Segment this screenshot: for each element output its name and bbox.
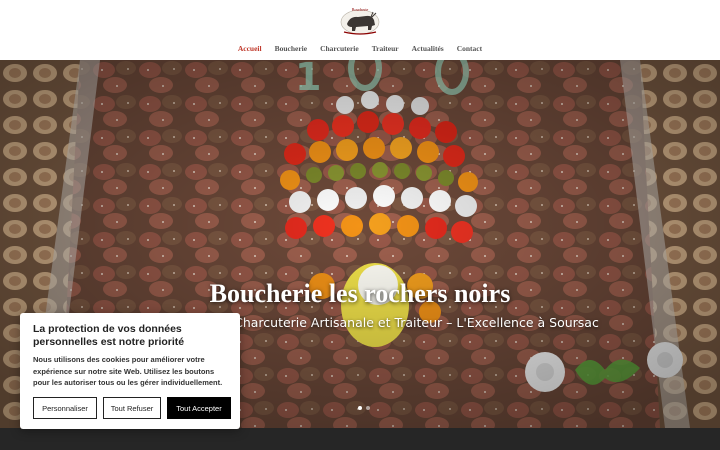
- refuse-all-button[interactable]: Tout Refuser: [103, 397, 161, 419]
- slider-dot[interactable]: [366, 406, 370, 410]
- hero-title: Boucherie les rochers noirs: [209, 279, 511, 308]
- site-header: Boucherie Accueil Boucherie Charcuterie …: [0, 0, 720, 60]
- nav-accueil[interactable]: Accueil: [238, 43, 262, 55]
- cookie-consent-dialog: La protection de vos données personnelle…: [20, 313, 240, 429]
- nav-contact[interactable]: Contact: [457, 43, 482, 55]
- nav-traiteur[interactable]: Traiteur: [372, 43, 399, 55]
- nav-boucherie[interactable]: Boucherie: [275, 43, 308, 55]
- slider-dots: [358, 406, 370, 410]
- accept-all-button[interactable]: Tout Accepter: [167, 397, 231, 419]
- bull-logo-icon[interactable]: Boucherie: [338, 2, 382, 38]
- cookie-body: Nous utilisons des cookies pour améliore…: [33, 355, 223, 387]
- nav-charcuterie[interactable]: Charcuterie: [320, 43, 359, 55]
- customize-button[interactable]: Personnaliser: [33, 397, 97, 419]
- cookie-buttons: Personnaliser Tout Refuser Tout Accepter: [33, 397, 231, 419]
- svg-text:Boucherie: Boucherie: [352, 7, 369, 12]
- slider-dot-active[interactable]: [358, 406, 362, 410]
- nav-actualites[interactable]: Actualités: [412, 43, 444, 55]
- main-nav: Accueil Boucherie Charcuterie Traiteur A…: [0, 43, 720, 55]
- cookie-title: La protection de vos données personnelle…: [33, 323, 185, 348]
- dark-section-strip: [0, 428, 720, 450]
